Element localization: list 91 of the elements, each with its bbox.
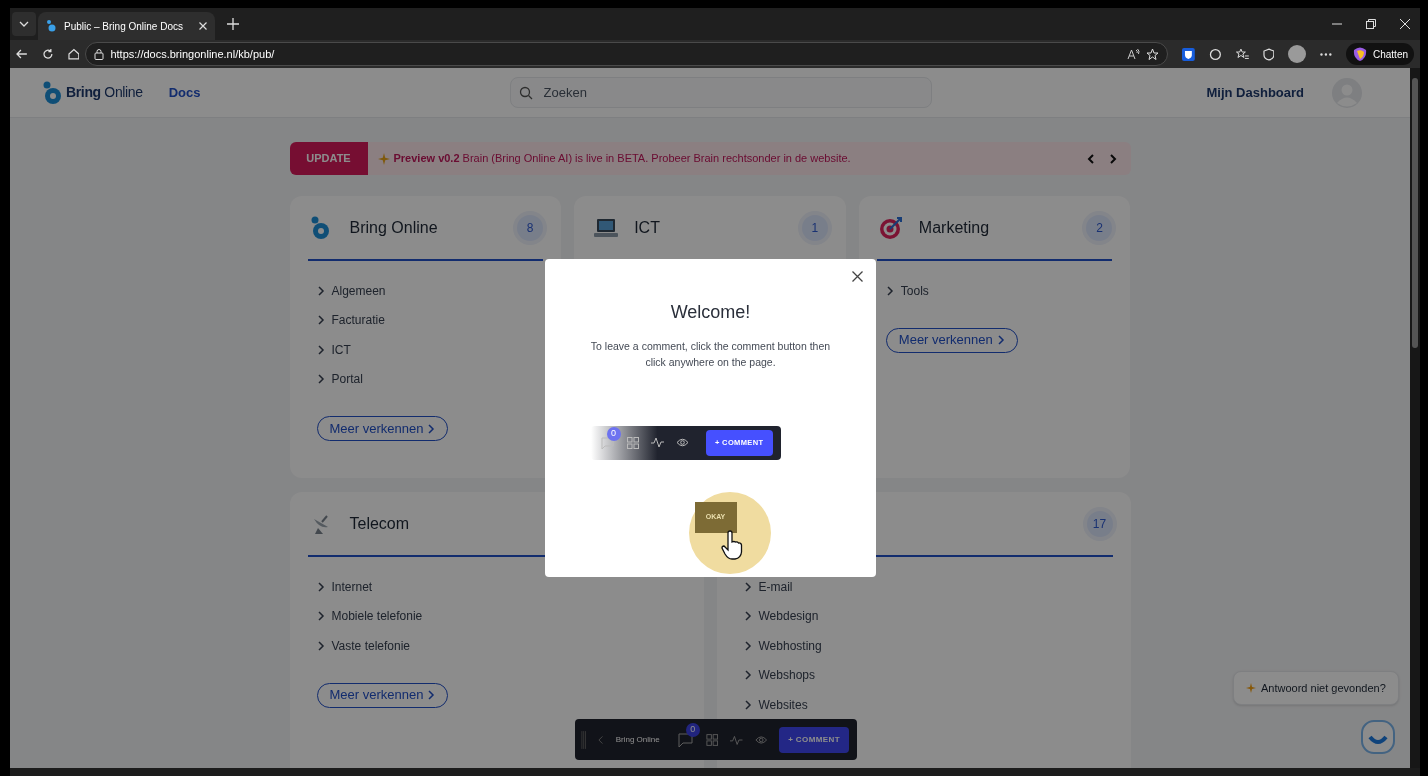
chevron-right-icon <box>316 285 325 296</box>
more-icon[interactable] <box>1320 52 1332 56</box>
favorites-icon[interactable] <box>1235 47 1249 61</box>
tab-title: Public – Bring Online Docs <box>64 19 184 34</box>
chevron-right-icon <box>316 611 325 622</box>
sparkle-icon <box>377 152 390 165</box>
chat-bot-icon[interactable] <box>1360 719 1396 755</box>
chevron-right-icon <box>316 344 325 355</box>
chat-prompt[interactable]: Antwoord niet gevonden? <box>1233 671 1399 705</box>
close-icon[interactable] <box>852 271 863 282</box>
category-link[interactable]: Algemeen <box>316 282 386 300</box>
shield-icon[interactable] <box>1262 47 1275 61</box>
category-title[interactable]: Telecom <box>349 512 410 536</box>
category-link[interactable]: Facturatie <box>316 311 385 329</box>
scrollbar[interactable] <box>1410 68 1420 768</box>
search-icon <box>518 86 533 100</box>
category-link[interactable]: E-mail <box>743 578 793 596</box>
category-link[interactable]: Portal <box>316 370 363 388</box>
chevron-right-icon <box>996 335 1005 345</box>
laptop-icon <box>594 218 619 238</box>
browser-tab[interactable]: Public – Bring Online Docs <box>38 12 215 40</box>
toolbar-brand: Bring Online <box>615 733 660 746</box>
chevron-right-icon <box>743 581 752 592</box>
eye-icon <box>675 438 689 448</box>
category-link[interactable]: Webdesign <box>743 607 819 625</box>
comment-count-badge: 0 <box>606 426 621 441</box>
category-link[interactable]: Vaste telefonie <box>316 637 410 655</box>
category-link[interactable]: Tools <box>885 282 929 300</box>
chevron-right-icon <box>743 699 752 710</box>
url-text: https://docs.bringonline.nl/kb/pub/ <box>110 46 276 62</box>
copilot-icon <box>1352 46 1368 62</box>
profile-avatar[interactable] <box>1288 45 1307 63</box>
site-favicon-icon <box>46 20 56 32</box>
chevron-right-icon <box>316 315 325 326</box>
lock-icon <box>94 48 105 60</box>
activity-icon <box>650 437 664 449</box>
category-title[interactable]: Marketing <box>918 216 990 240</box>
category-link[interactable]: ICT <box>316 341 351 359</box>
category-link[interactable]: Websites <box>743 696 808 714</box>
chevron-right-icon <box>743 640 752 651</box>
next-icon[interactable] <box>1108 153 1117 164</box>
count-badge: 1 <box>801 215 828 241</box>
chevron-right-icon <box>743 611 752 622</box>
chevron-right-icon <box>427 423 436 434</box>
shield-extension-icon[interactable] <box>1182 47 1196 61</box>
update-message: Preview v0.2 Brain (Bring Online AI) is live in BETA. Probeer Brain rechtsonder in de website. <box>393 151 852 167</box>
category-link[interactable]: Webhosting <box>743 637 822 655</box>
chevron-right-icon <box>743 670 752 681</box>
dialog-text: To leave a comment, click the comment button then click anywhere on the page. <box>589 339 832 370</box>
dashboard-link[interactable]: Mijn Dashboard <box>1206 82 1304 103</box>
count-badge: 8 <box>517 215 544 241</box>
search-field[interactable]: Zoeken <box>509 77 932 108</box>
category-title[interactable]: Bring Online <box>349 216 438 240</box>
star-icon[interactable] <box>1146 47 1160 61</box>
chat-button[interactable]: Chatten <box>1346 43 1415 65</box>
home-icon[interactable] <box>67 48 80 60</box>
sparkle-icon <box>1246 683 1256 693</box>
tab-list-button[interactable] <box>12 12 36 36</box>
docs-link[interactable]: Docs <box>168 82 201 103</box>
target-icon <box>878 216 903 240</box>
comment-count-badge: 0 <box>685 722 700 737</box>
category-link[interactable]: Mobiele telefonie <box>316 607 423 625</box>
restore-icon[interactable] <box>1366 19 1376 29</box>
chevron-right-icon <box>316 640 325 651</box>
chevron-right-icon <box>316 581 325 592</box>
back-icon[interactable] <box>16 48 28 60</box>
new-tab-icon[interactable] <box>227 18 239 30</box>
comments-icon[interactable] <box>677 731 694 748</box>
hand-cursor-icon <box>720 529 743 560</box>
category-link[interactable]: Webshops <box>743 666 815 684</box>
update-label: UPDATE <box>289 142 368 175</box>
close-tab-icon[interactable] <box>199 22 207 30</box>
category-link[interactable]: Internet <box>316 578 373 596</box>
read-aloud-icon[interactable] <box>1127 48 1141 60</box>
chevron-right-icon <box>427 690 436 700</box>
comment-button[interactable]: + COMMENT <box>779 726 849 753</box>
chevron-right-icon <box>316 374 325 385</box>
logo-icon <box>309 216 330 240</box>
drag-handle-icon[interactable] <box>581 729 587 750</box>
close-window-icon[interactable] <box>1400 19 1410 29</box>
previous-icon[interactable] <box>1086 153 1095 164</box>
dialog-title: Welcome! <box>670 301 751 324</box>
count-badge: 17 <box>1086 511 1113 537</box>
category-title[interactable]: ICT <box>634 216 660 240</box>
chevron-down-icon <box>19 21 29 27</box>
site-logo[interactable]: Bring Online <box>42 80 143 105</box>
reload-icon[interactable] <box>41 48 54 60</box>
grid-icon <box>626 436 639 449</box>
address-bar[interactable]: https://docs.bringonline.nl/kb/pub/ <box>85 42 1169 66</box>
chevron-right-icon <box>885 285 894 296</box>
count-badge: 2 <box>1086 215 1113 241</box>
